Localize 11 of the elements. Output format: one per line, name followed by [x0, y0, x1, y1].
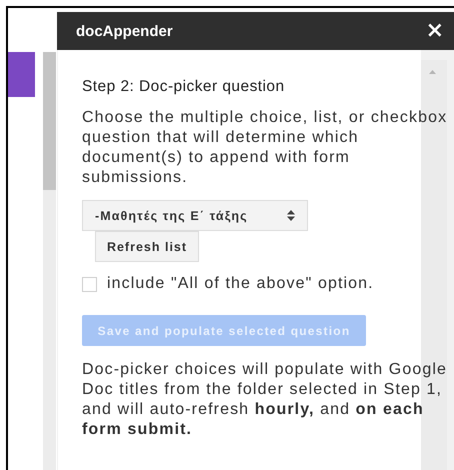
checkbox[interactable]: [82, 276, 97, 292]
description-text: Choose the multiple choice, list, or checkbox question that will determine which document(s) to append with form submissions.: [82, 108, 448, 188]
panel-title: docAppender: [76, 22, 173, 40]
updown-arrows-icon: [287, 210, 295, 221]
close-button[interactable]: ×: [426, 20, 444, 42]
step-title: Step 2: Doc-picker question: [82, 78, 286, 96]
question-select[interactable]: -Μαθητές της Ε΄ τάξης: [82, 200, 308, 231]
note-text: Doc-picker choices will populate with Google Doc titles from the folder selected in Step 1, and will auto-refresh hourly, and on each form submit.: [82, 360, 448, 440]
refresh-button[interactable]: Refresh list: [95, 231, 199, 262]
scroll-up-icon[interactable]: [429, 70, 436, 74]
checkbox-label: include "All of the above" option.: [107, 275, 374, 293]
